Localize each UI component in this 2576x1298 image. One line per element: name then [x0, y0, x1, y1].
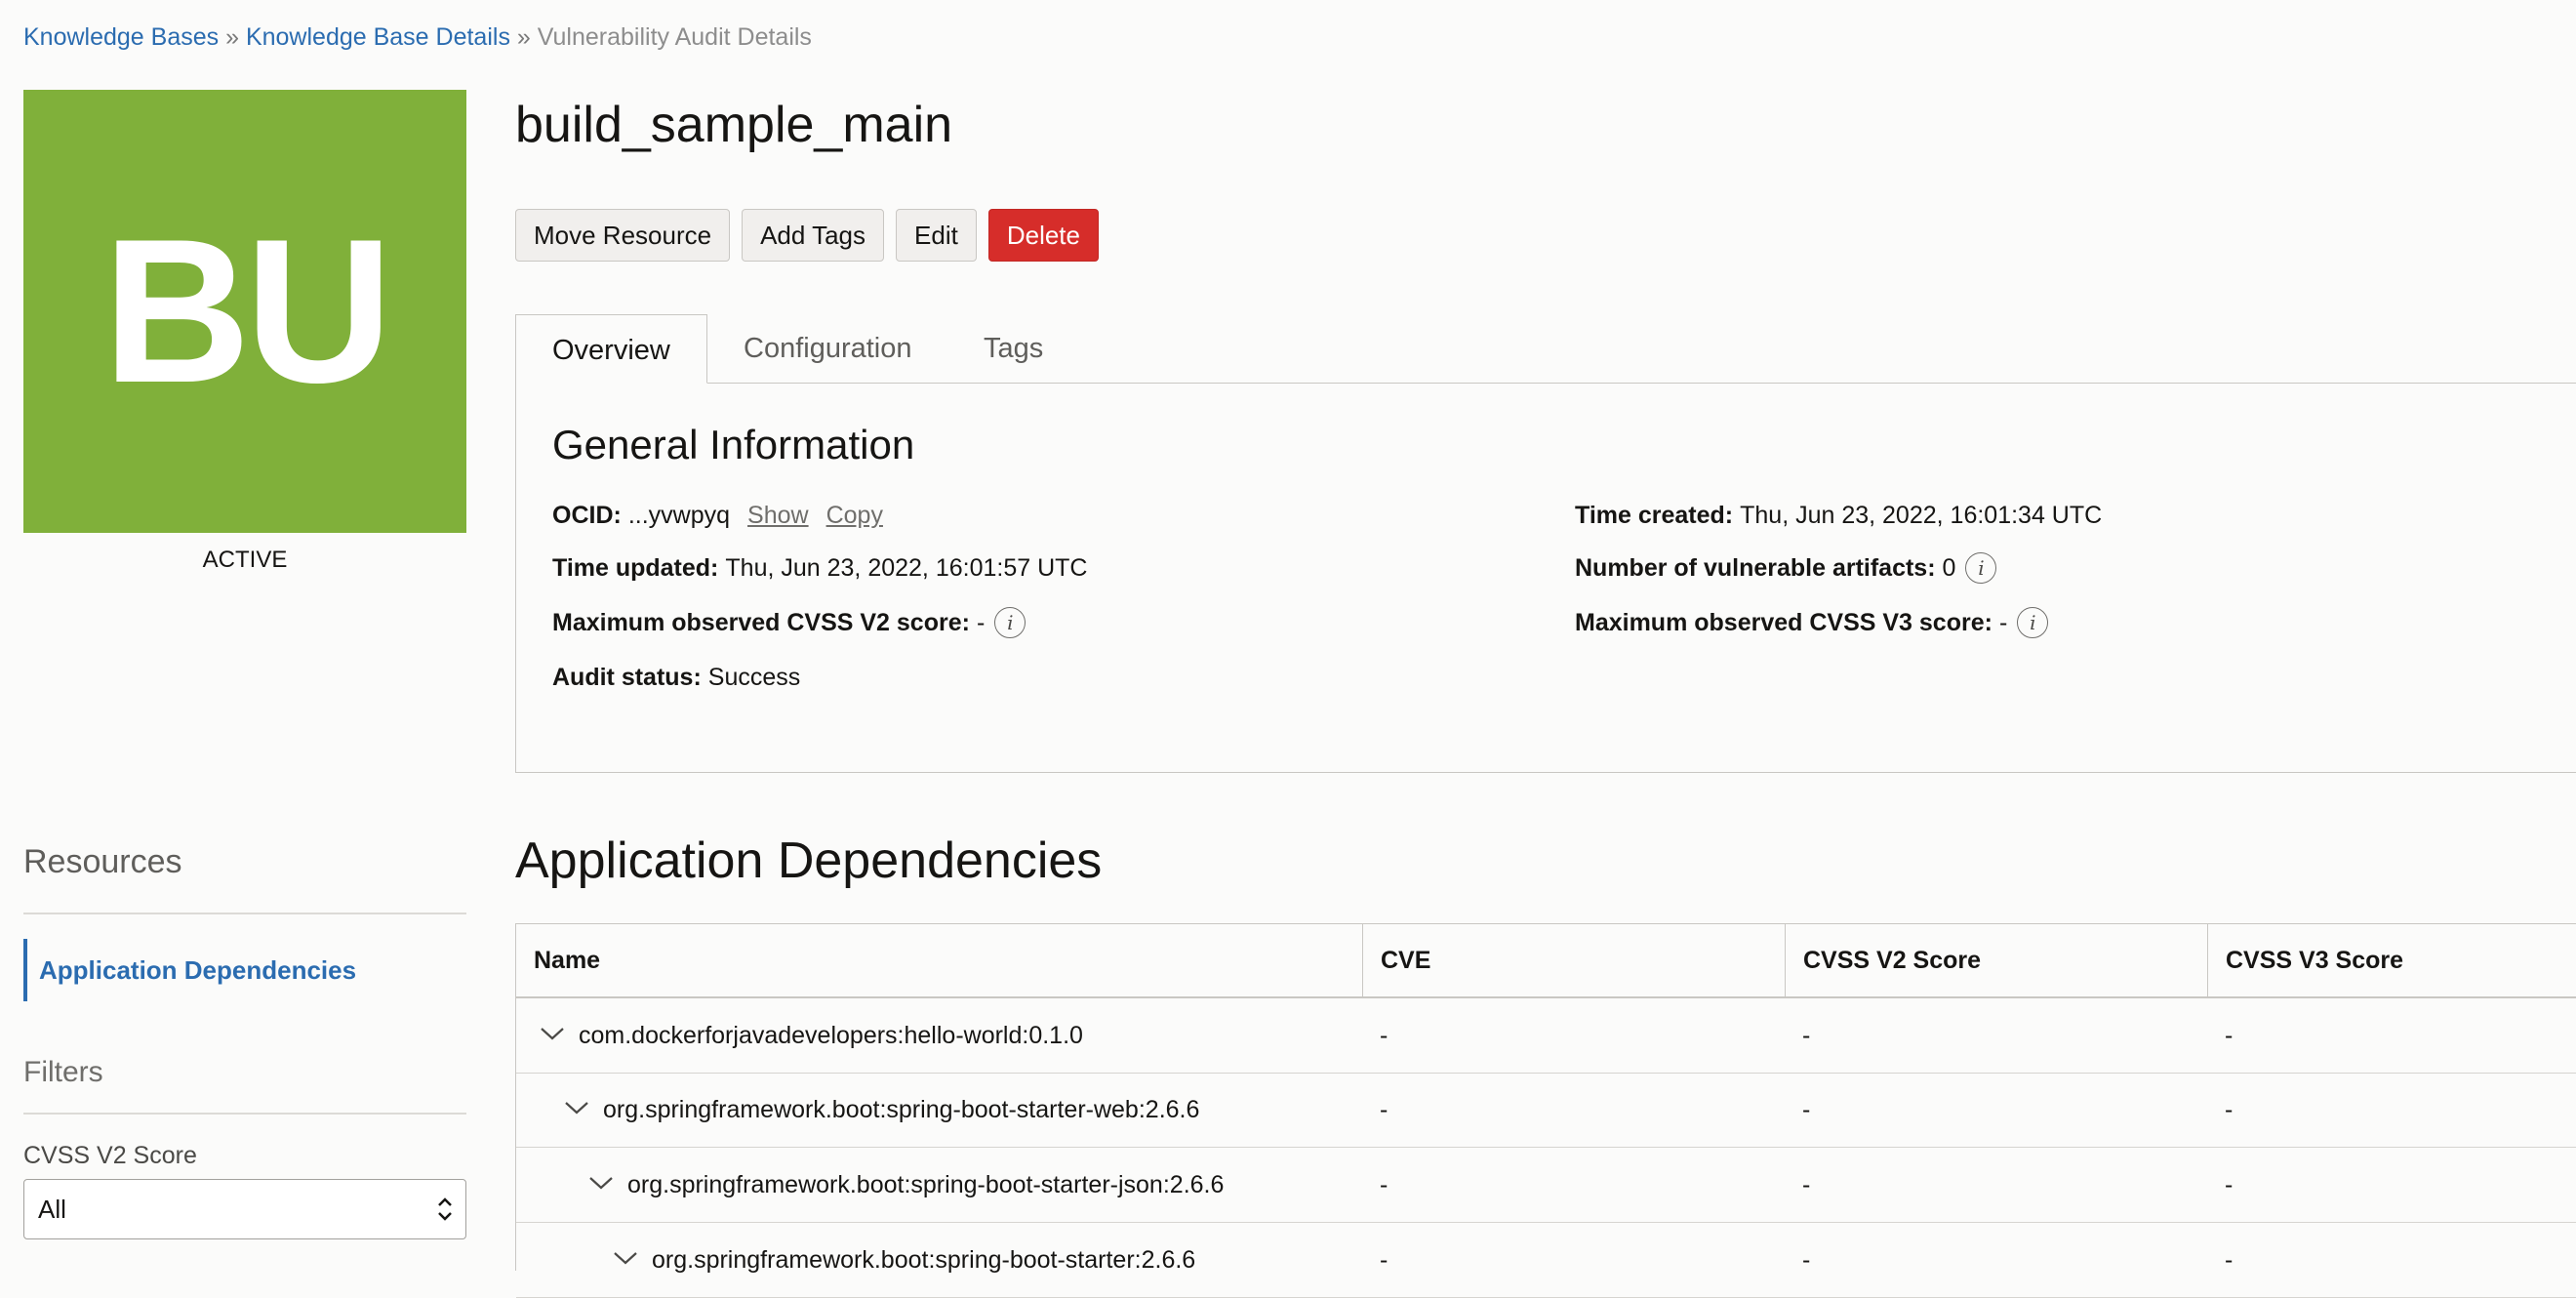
ocid-value: ...yvwpyq	[628, 500, 730, 531]
dependency-cve: -	[1380, 1073, 1388, 1147]
ocid-field: OCID: ...yvwpyq Show Copy	[552, 500, 883, 531]
dependency-cvss-v2: -	[1802, 1223, 1810, 1297]
resource-avatar: BU	[23, 90, 466, 533]
status-label: ACTIVE	[23, 547, 466, 574]
table-row[interactable]: org.springframework.boot:spring-boot-sta…	[516, 1223, 2576, 1298]
breadcrumb-current: Vulnerability Audit Details	[538, 23, 812, 51]
cvss-v2-value: -	[977, 607, 985, 638]
audit-status-field: Audit status: Success	[552, 662, 800, 693]
time-updated-value: Thu, Jun 23, 2022, 16:01:57 UTC	[725, 552, 1087, 584]
general-information-heading: General Information	[552, 420, 914, 470]
time-created-value: Thu, Jun 23, 2022, 16:01:34 UTC	[1740, 500, 2102, 531]
cvss-v3-value: -	[1999, 607, 2007, 638]
column-header-cvss-v2[interactable]: CVSS V2 Score	[1785, 924, 2207, 996]
time-updated-label: Time updated:	[552, 552, 718, 584]
ocid-show-link[interactable]: Show	[747, 500, 809, 531]
audit-status-value: Success	[708, 662, 800, 693]
dependency-cvss-v2: -	[1802, 998, 1810, 1073]
resources-heading: Resources	[23, 843, 182, 881]
tab-configuration[interactable]: Configuration	[744, 314, 912, 383]
vulnerable-artifacts-value: 0	[1943, 552, 1956, 584]
dependency-cvss-v2: -	[1802, 1148, 1810, 1222]
move-resource-button[interactable]: Move Resource	[515, 209, 730, 262]
action-bar: Move Resource Add Tags Edit Delete	[515, 209, 1099, 262]
dependency-cvss-v3: -	[2225, 998, 2233, 1073]
ocid-copy-link[interactable]: Copy	[826, 500, 883, 531]
dependencies-heading: Application Dependencies	[515, 830, 1102, 892]
dependency-name: org.springframework.boot:spring-boot-sta…	[603, 1073, 1199, 1147]
dependency-cve: -	[1380, 1148, 1388, 1222]
dependency-cvss-v2: -	[1802, 1073, 1810, 1147]
filters-divider	[23, 1113, 466, 1115]
breadcrumb: Knowledge Bases » Knowledge Base Details…	[23, 21, 812, 53]
table-row[interactable]: com.dockerforjavadevelopers:hello-world:…	[516, 998, 2576, 1074]
overview-panel: General Information OCID: ...yvwpyq Show…	[515, 383, 2576, 773]
chevron-down-icon[interactable]	[588, 1175, 614, 1191]
tab-bar: Overview Configuration Tags	[515, 314, 2576, 384]
dependency-cvss-v3: -	[2225, 1148, 2233, 1222]
column-header-name[interactable]: Name	[516, 924, 1362, 996]
dependency-name: org.springframework.boot:spring-boot-sta…	[627, 1148, 1224, 1222]
time-created-label: Time created:	[1575, 500, 1733, 531]
dependency-name: org.springframework.boot:spring-boot-sta…	[652, 1223, 1195, 1297]
chevron-down-icon[interactable]	[613, 1250, 638, 1266]
add-tags-button[interactable]: Add Tags	[742, 209, 884, 262]
filters-heading: Filters	[23, 1056, 103, 1089]
breadcrumb-knowledge-bases[interactable]: Knowledge Bases	[23, 23, 219, 51]
tab-tags[interactable]: Tags	[984, 314, 1043, 383]
vulnerable-artifacts-label: Number of vulnerable artifacts:	[1575, 552, 1936, 584]
dependency-cve: -	[1380, 998, 1388, 1073]
breadcrumb-knowledge-base-details[interactable]: Knowledge Base Details	[246, 23, 510, 51]
time-created-field: Time created: Thu, Jun 23, 2022, 16:01:3…	[1575, 500, 2102, 531]
time-updated-field: Time updated: Thu, Jun 23, 2022, 16:01:5…	[552, 552, 1087, 584]
page-title: build_sample_main	[515, 94, 952, 156]
info-icon[interactable]: i	[2017, 607, 2048, 638]
info-icon[interactable]: i	[1965, 552, 1996, 584]
table-row[interactable]: org.springframework.boot:spring-boot-sta…	[516, 1073, 2576, 1148]
cvss-v2-filter-select[interactable]: All	[23, 1179, 466, 1239]
resources-divider	[23, 913, 466, 914]
cvss-v2-field: Maximum observed CVSS V2 score: - i	[552, 607, 1026, 638]
edit-button[interactable]: Edit	[896, 209, 977, 262]
dependencies-table: Name CVE CVSS V2 Score CVSS V3 Score com…	[515, 923, 2576, 1271]
dependency-cvss-v3: -	[2225, 1073, 2233, 1147]
dependency-name: com.dockerforjavadevelopers:hello-world:…	[579, 998, 1083, 1073]
table-row[interactable]: org.springframework.boot:spring-boot-sta…	[516, 1148, 2576, 1223]
chevron-down-icon[interactable]	[540, 1026, 565, 1041]
table-header: Name CVE CVSS V2 Score CVSS V3 Score	[516, 924, 2576, 998]
vulnerable-artifacts-field: Number of vulnerable artifacts: 0 i	[1575, 552, 1996, 584]
breadcrumb-separator: »	[517, 23, 531, 51]
dependency-cve: -	[1380, 1223, 1388, 1297]
chevron-down-icon[interactable]	[564, 1100, 589, 1115]
tab-overview[interactable]: Overview	[515, 314, 707, 384]
column-header-cve[interactable]: CVE	[1362, 924, 1785, 996]
cvss-v3-field: Maximum observed CVSS V3 score: - i	[1575, 607, 2048, 638]
cvss-v2-label: Maximum observed CVSS V2 score:	[552, 607, 970, 638]
ocid-label: OCID:	[552, 500, 622, 531]
cvss-v3-label: Maximum observed CVSS V3 score:	[1575, 607, 1992, 638]
sidebar-item-application-dependencies[interactable]: Application Dependencies	[23, 939, 466, 1001]
column-header-cvss-v3[interactable]: CVSS V3 Score	[2207, 924, 2576, 996]
info-icon[interactable]: i	[994, 607, 1026, 638]
breadcrumb-separator: »	[225, 23, 239, 51]
dependency-cvss-v3: -	[2225, 1223, 2233, 1297]
audit-status-label: Audit status:	[552, 662, 702, 693]
cvss-v2-filter-label: CVSS V2 Score	[23, 1142, 197, 1170]
cvss-v2-filter-value: All	[38, 1195, 66, 1224]
delete-button[interactable]: Delete	[988, 209, 1099, 262]
select-chevron-icon	[434, 1190, 456, 1229]
avatar-initials: BU	[102, 193, 386, 429]
